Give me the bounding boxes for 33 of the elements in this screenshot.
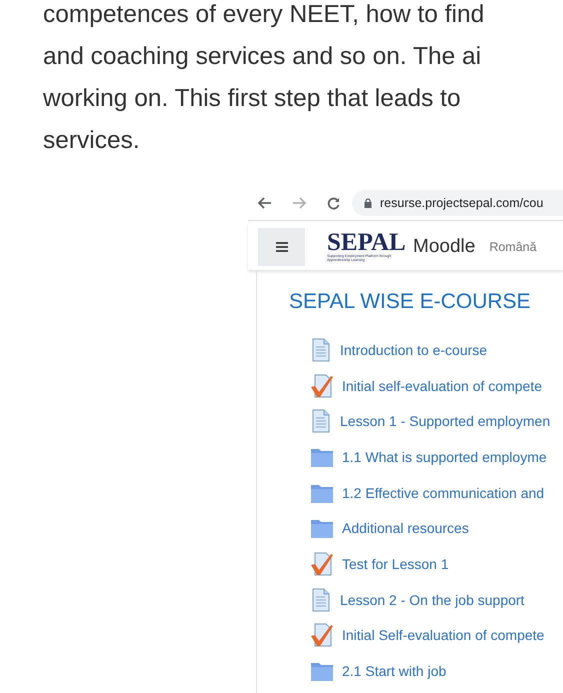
activity-link[interactable]: 1.1 What is supported employme (342, 448, 547, 465)
activity-link[interactable]: Lesson 2 - On the job support (340, 592, 524, 608)
reload-icon[interactable] (326, 196, 340, 210)
course-title: SEPAL WISE E-COURSE (289, 290, 532, 314)
paragraph-line: services. (43, 126, 140, 156)
logo-text[interactable]: SEPAL (327, 232, 407, 254)
menu-button[interactable] (258, 228, 305, 266)
activity-link[interactable]: Lesson 1 - Supported employmen (340, 413, 550, 430)
activity-link[interactable]: Initial Self-evaluation of compete (342, 627, 544, 644)
paragraph-line: working on. This first step that leads to (43, 84, 461, 114)
checkmark-document-icon (310, 374, 334, 398)
site-name: Moodle (413, 236, 476, 258)
folder-icon (310, 660, 334, 682)
activity-link[interactable]: Introduction to e-course (340, 342, 488, 358)
document-icon (310, 409, 332, 434)
document-icon (310, 588, 332, 612)
activity-link[interactable]: 1.2 Effective communication and (342, 484, 544, 501)
url-text: resurse.projectsepal.com/cou (380, 196, 544, 210)
language-menu[interactable]: Română (489, 240, 537, 254)
checkmark-document-icon (310, 552, 334, 576)
activity-link[interactable]: Additional resources (342, 520, 469, 536)
document-icon (310, 338, 332, 362)
menu-icon (276, 242, 288, 252)
paragraph-line: and coaching services and so on. The ai (43, 42, 482, 72)
folder-icon (310, 517, 334, 540)
activity-link[interactable]: Initial self-evaluation of compete (342, 378, 542, 394)
activity-link[interactable]: 2.1 Start with job (342, 663, 446, 680)
back-arrow-icon[interactable] (258, 197, 272, 209)
paragraph-line: competences of every NEET, how to find (43, 0, 484, 30)
activity-link[interactable]: Test for Lesson 1 (342, 556, 449, 572)
checkmark-document-icon (310, 623, 334, 648)
lock-icon (364, 198, 372, 208)
address-bar[interactable]: resurse.projectsepal.com/cou (352, 190, 563, 216)
